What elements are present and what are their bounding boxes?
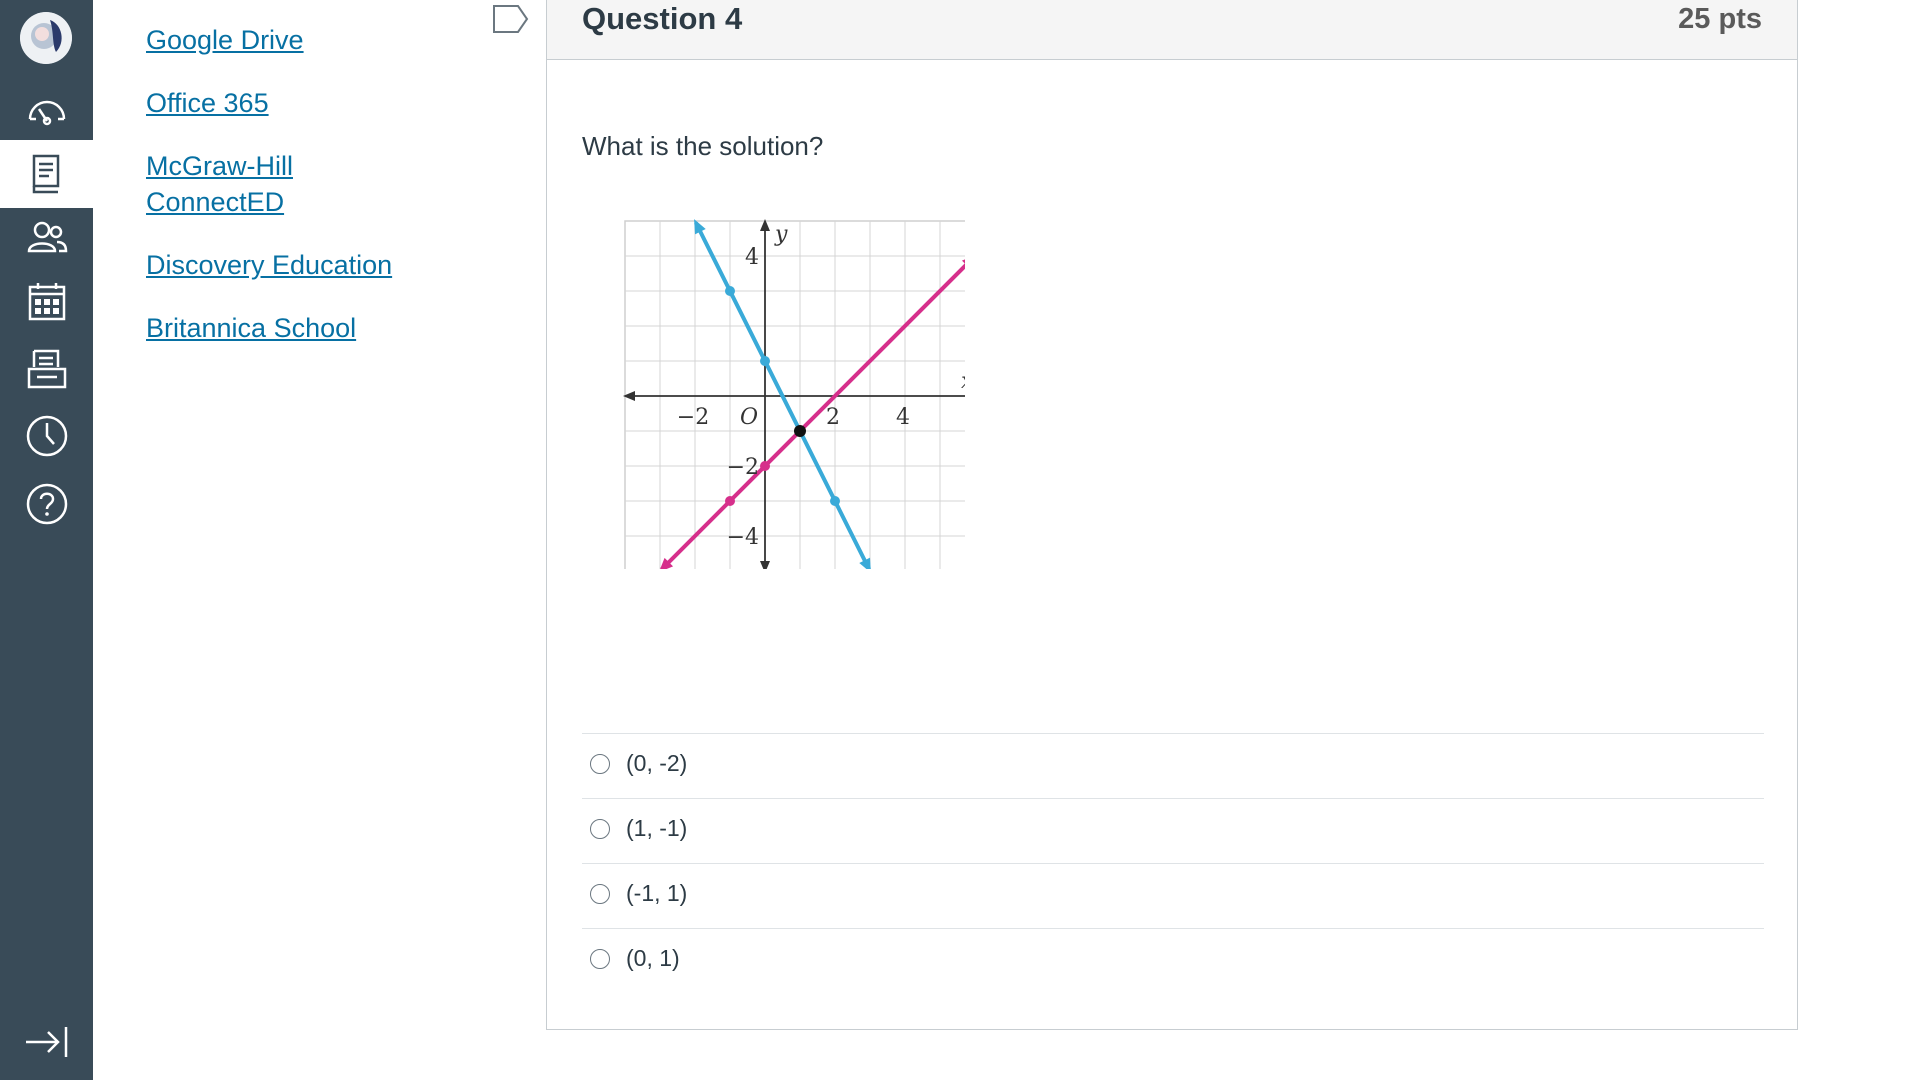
graph-grid bbox=[624, 220, 965, 569]
y-tick-label: −4 bbox=[727, 525, 759, 550]
question-text: What is the solution? bbox=[582, 131, 824, 161]
answer-option-2[interactable]: (1, -1) bbox=[582, 798, 1764, 863]
avatar-image bbox=[20, 12, 72, 64]
nav-inbox[interactable] bbox=[0, 336, 93, 404]
question-header: Question 4 25 pts bbox=[547, 0, 1797, 60]
y-tick-label: 4 bbox=[745, 245, 759, 270]
answer-label-3: (-1, 1) bbox=[626, 880, 688, 906]
nav-groups[interactable] bbox=[0, 204, 93, 272]
link-britannica-school[interactable]: Britannica School bbox=[146, 310, 356, 346]
question-panel: Question 4 25 pts What is the solution? … bbox=[546, 0, 1798, 1030]
series-point-1 bbox=[725, 286, 735, 296]
answer-radio-2[interactable] bbox=[590, 819, 610, 839]
nav-dashboard[interactable] bbox=[0, 76, 93, 144]
nav-collapse[interactable] bbox=[0, 1008, 93, 1076]
history-icon bbox=[26, 415, 67, 457]
question-points: 25 pts bbox=[1678, 3, 1762, 35]
x-tick-label: 4 bbox=[896, 405, 910, 430]
answer-option-4[interactable]: (0, 1) bbox=[582, 928, 1764, 993]
answer-list: (0, -2) (1, -1) (-1, 1) (0, 1) bbox=[582, 733, 1764, 993]
answer-option-3[interactable]: (-1, 1) bbox=[582, 863, 1764, 928]
link-discovery-education[interactable]: Discovery Education bbox=[146, 247, 392, 283]
answer-option-1[interactable]: (0, -2) bbox=[582, 733, 1764, 798]
grid-border bbox=[624, 220, 965, 569]
nav-help[interactable] bbox=[0, 470, 93, 538]
courses-icon bbox=[32, 154, 59, 194]
intersection-point bbox=[794, 425, 806, 437]
nav-calendar[interactable] bbox=[0, 268, 93, 336]
answer-radio-4[interactable] bbox=[590, 949, 610, 969]
user-avatar[interactable] bbox=[20, 12, 72, 64]
answer-label-1: (0, -2) bbox=[626, 750, 688, 776]
series-point-1 bbox=[760, 356, 770, 366]
nav-history[interactable] bbox=[0, 402, 93, 470]
y-tick-label: −2 bbox=[727, 455, 759, 480]
link-office-365[interactable]: Office 365 bbox=[146, 85, 269, 121]
link-google-drive[interactable]: Google Drive bbox=[146, 22, 304, 58]
answer-radio-3[interactable] bbox=[590, 884, 610, 904]
flag-question-icon[interactable] bbox=[492, 4, 530, 34]
y-axis-label: y bbox=[774, 222, 788, 247]
inbox-icon bbox=[27, 349, 66, 389]
calendar-icon bbox=[28, 283, 65, 321]
help-icon bbox=[26, 483, 67, 525]
x-axis-label: x bbox=[961, 369, 965, 394]
global-navigation bbox=[0, 0, 93, 1080]
nav-courses[interactable] bbox=[0, 140, 93, 208]
x-tick-label: O bbox=[740, 405, 758, 430]
x-tick-label: −2 bbox=[677, 405, 709, 430]
question-graph: −2 O 2 4 4 −2 −4 x y bbox=[623, 219, 965, 569]
answer-label-4: (0, 1) bbox=[626, 945, 680, 971]
x-tick-label: 2 bbox=[826, 405, 840, 430]
answer-label-2: (1, -1) bbox=[626, 815, 688, 841]
link-mcgraw-hill[interactable]: McGraw-Hill ConnectED bbox=[146, 148, 386, 220]
dashboard-icon bbox=[28, 100, 65, 126]
series-point-1 bbox=[830, 496, 840, 506]
question-title: Question 4 bbox=[582, 1, 743, 36]
answer-radio-1[interactable] bbox=[590, 754, 610, 774]
groups-icon bbox=[27, 221, 67, 253]
series-point-2 bbox=[760, 461, 770, 471]
series-point-2 bbox=[725, 496, 735, 506]
collapse-nav-icon bbox=[25, 1027, 67, 1057]
